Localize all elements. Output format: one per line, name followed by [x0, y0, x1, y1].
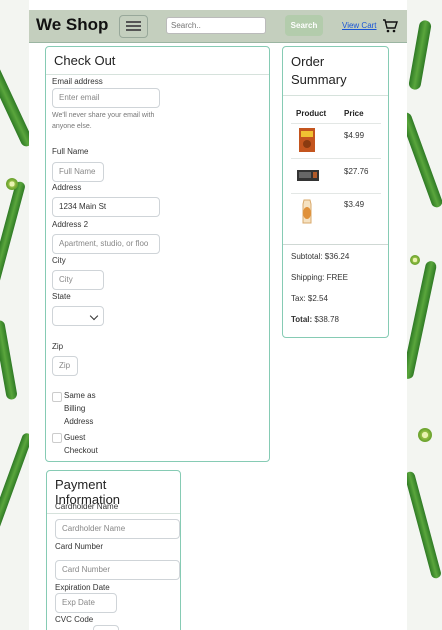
hamburger-icon [126, 21, 141, 23]
green-bean-decoration [401, 260, 438, 380]
item-price: $3.49 [344, 200, 365, 209]
chevron-down-icon [89, 311, 99, 321]
fullname-label: Full Name [52, 147, 89, 156]
navbar: We Shop Search View Cart [29, 10, 407, 43]
green-bean-decoration [0, 319, 18, 401]
price-column-header: Price [344, 109, 364, 118]
expiration-field[interactable]: Exp Date [55, 593, 117, 613]
checkout-card: Check Out Email address Enter email We'l… [45, 46, 270, 462]
cvc-label: CVC Code [55, 615, 94, 624]
checkout-title: Check Out [46, 47, 269, 75]
card-number-field[interactable]: Card Number [55, 560, 180, 580]
payment-card: Payment Information Cardholder Name Card… [46, 470, 181, 630]
same-as-billing-label: Same as Billing Address [64, 391, 96, 426]
item-price: $4.99 [344, 131, 365, 140]
cardholder-field[interactable]: Cardholder Name [55, 519, 180, 539]
state-select[interactable] [52, 306, 104, 326]
zip-label: Zip [52, 342, 64, 351]
total-text: Total: $38.78 [291, 315, 339, 324]
email-label: Email address [52, 77, 103, 86]
total-label: Total: [291, 315, 313, 324]
total-value: $38.78 [314, 315, 339, 324]
same-as-billing-checkbox[interactable] [52, 392, 62, 402]
cvc-field[interactable] [93, 625, 119, 630]
menu-toggle-button[interactable] [119, 15, 148, 38]
pepper-slice-decoration [6, 178, 18, 190]
bread-bag-icon [302, 199, 312, 224]
pepper-slice-decoration [410, 255, 420, 265]
expiration-label: Expiration Date [55, 583, 110, 592]
shipping-text: Shipping: FREE [291, 273, 348, 282]
email-field[interactable]: Enter email [52, 88, 160, 108]
card-number-label: Card Number [55, 542, 104, 551]
green-bean-decoration [0, 180, 27, 290]
cereal-box-icon [299, 128, 315, 152]
order-summary-title: Order Summary [283, 47, 388, 96]
pepper-slice-decoration [418, 428, 432, 442]
item-price: $27.76 [344, 167, 369, 176]
subtotal-text: Subtotal: $36.24 [291, 252, 350, 261]
search-button[interactable]: Search [285, 15, 323, 36]
address2-label: Address 2 [52, 220, 89, 229]
tax-text: Tax: $2.54 [291, 294, 328, 303]
cardholder-label: Cardholder Name [55, 502, 119, 511]
view-cart-link[interactable]: View Cart [342, 21, 377, 30]
city-label: City [52, 256, 66, 265]
fullname-field[interactable]: Full Name [52, 162, 104, 182]
guest-checkout-checkbox[interactable] [52, 433, 62, 443]
address-field[interactable]: 1234 Main St [52, 197, 160, 217]
brand-logo[interactable]: We Shop [36, 15, 108, 35]
address-label: Address [52, 183, 82, 192]
green-bean-decoration [408, 19, 432, 91]
electronics-box-icon [297, 170, 319, 181]
search-input[interactable] [166, 17, 266, 34]
guest-checkout-label: Guest Checkout [64, 433, 98, 455]
city-field[interactable]: City [52, 270, 104, 290]
product-column-header: Product [296, 109, 327, 118]
shopping-cart-icon[interactable] [382, 18, 398, 34]
address2-field[interactable]: Apartment, studio, or floo [52, 234, 160, 254]
state-label: State [52, 292, 71, 301]
zip-field[interactable]: Zip [52, 356, 78, 376]
email-help-text: We'll never share your email with anyone… [52, 112, 155, 130]
green-bean-decoration [403, 470, 442, 580]
order-summary-card: Order Summary Product Price $4.99 $27.76… [282, 46, 389, 338]
page-container: We Shop Search View Cart Check Out Email… [29, 0, 407, 630]
